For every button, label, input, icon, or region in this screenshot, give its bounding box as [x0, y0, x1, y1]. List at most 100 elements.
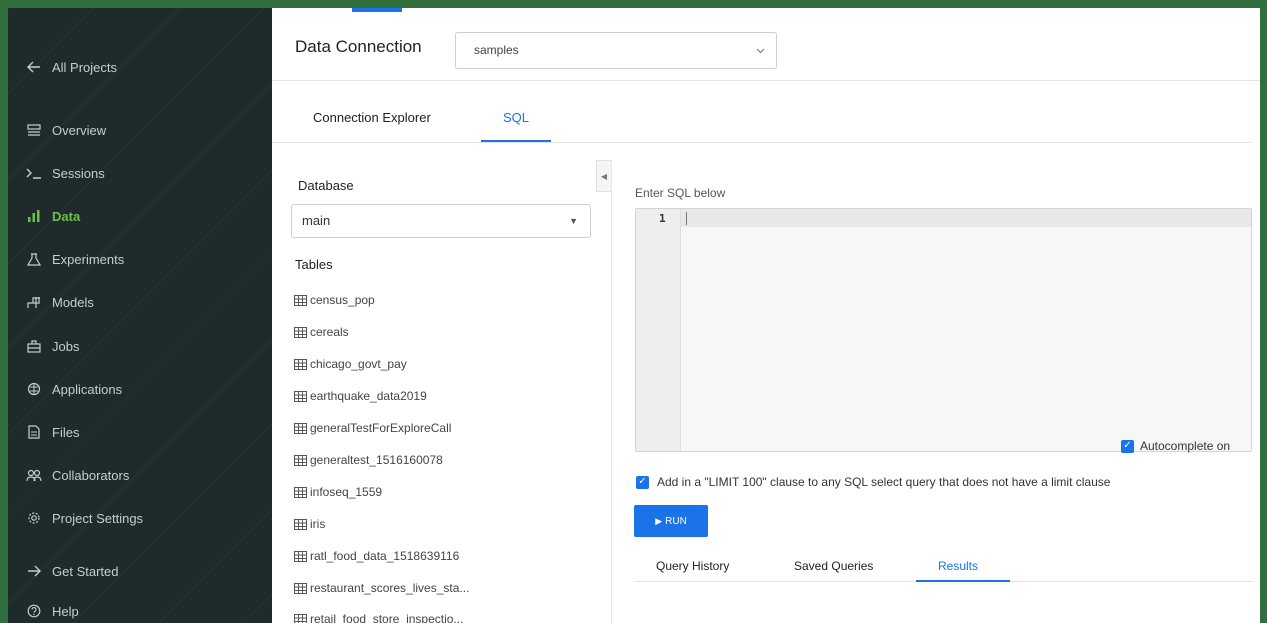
nav-sessions[interactable]: Sessions [25, 159, 105, 187]
nav-help[interactable]: Help [25, 597, 79, 623]
nav-label: Overview [52, 122, 107, 138]
arrow-right-icon [25, 562, 43, 580]
sql-editor[interactable]: 1 [635, 208, 1252, 452]
nav-experiments[interactable]: Experiments [25, 245, 124, 273]
nav-label: Get Started [52, 563, 119, 579]
tab-sql[interactable]: SQL [503, 110, 529, 125]
table-item[interactable]: cereals [294, 325, 349, 339]
main-content: Data Connection samples Connection Explo… [272, 8, 1260, 623]
collaborators-icon [25, 466, 43, 484]
nav-applications[interactable]: Applications [25, 375, 122, 403]
nav-label: All Projects [52, 59, 118, 75]
tab-results[interactable]: Results [938, 559, 978, 573]
tab-connection-explorer[interactable]: Connection Explorer [313, 110, 431, 125]
table-icon [294, 582, 307, 594]
terminal-icon [25, 164, 43, 182]
overview-icon [25, 121, 43, 139]
tab-query-history[interactable]: Query History [656, 559, 729, 573]
table-name: generaltest_1516160078 [310, 453, 443, 467]
line-number: 1 [659, 212, 666, 225]
limit-clause-option[interactable]: ✓ Add in a "LIMIT 100" clause to any SQL… [636, 475, 1110, 489]
nav-label: Files [52, 424, 80, 440]
table-name: infoseq_1559 [310, 485, 383, 499]
nav-overview[interactable]: Overview [25, 116, 106, 144]
limit-clause-label: Add in a "LIMIT 100" clause to any SQL s… [657, 475, 1111, 489]
collapse-panel-button[interactable]: ◀ [596, 160, 612, 192]
table-name: generalTestForExploreCall [310, 421, 452, 435]
table-icon [294, 422, 307, 434]
arrow-left-icon [25, 58, 43, 76]
table-item[interactable]: ratl_food_data_1518639116 [294, 549, 459, 563]
nav-label: Data [52, 208, 81, 224]
nav-label: Applications [52, 381, 123, 397]
app-window: All Projects Overview Sessions Data Expe [8, 8, 1260, 623]
play-icon: ▶ [655, 515, 663, 526]
table-icon [294, 613, 307, 623]
table-item[interactable]: generalTestForExploreCall [294, 421, 451, 435]
nav-collaborators[interactable]: Collaborators [25, 461, 129, 489]
table-name: iris [310, 517, 326, 531]
active-line [636, 209, 1251, 227]
checkbox-checked-icon[interactable]: ✓ [1121, 439, 1134, 453]
database-select[interactable]: main ▼ [291, 204, 591, 238]
help-icon [25, 602, 43, 620]
table-icon [294, 294, 307, 306]
nav-all-projects[interactable]: All Projects [25, 53, 117, 81]
table-name: restaurant_scores_lives_sta... [310, 581, 470, 595]
autocomplete-toggle[interactable]: ✓ Autocomplete on [1121, 439, 1230, 453]
chevron-down-icon [756, 33, 765, 83]
models-icon [25, 293, 43, 311]
table-item[interactable]: earthquake_data2019 [294, 389, 427, 403]
top-tabs: Connection Explorer SQL [272, 81, 1252, 143]
caret-left-icon: ◀ [600, 171, 608, 181]
applications-icon [25, 380, 43, 398]
database-value: main [302, 213, 331, 228]
nav-project-settings[interactable]: Project Settings [25, 504, 143, 532]
table-icon [294, 326, 307, 338]
table-item[interactable]: chicago_govt_pay [294, 357, 407, 371]
autocomplete-label: Autocomplete on [1140, 439, 1231, 453]
editor-gutter [636, 209, 681, 451]
table-icon [294, 486, 307, 498]
nav-label: Models [52, 294, 94, 310]
data-connection-label: Data Connection [295, 37, 422, 56]
tab-saved-queries[interactable]: Saved Queries [794, 559, 873, 573]
data-connection-value: samples [474, 43, 519, 57]
table-name: chicago_govt_pay [310, 357, 407, 371]
table-item[interactable]: infoseq_1559 [294, 485, 382, 499]
table-icon [294, 390, 307, 402]
nav-models[interactable]: Models [25, 288, 94, 316]
tab-results-underline [916, 580, 1010, 582]
checkbox-checked-icon[interactable]: ✓ [636, 475, 649, 489]
sidebar: All Projects Overview Sessions Data Expe [8, 8, 272, 623]
tables-label: Tables [295, 257, 333, 272]
table-item[interactable]: generaltest_1516160078 [294, 453, 443, 467]
table-item[interactable]: census_pop [294, 293, 375, 307]
nav-label: Sessions [52, 165, 105, 181]
table-icon [294, 550, 307, 562]
nav-label: Experiments [52, 251, 125, 267]
nav-get-started[interactable]: Get Started [25, 557, 118, 585]
nav-jobs[interactable]: Jobs [25, 332, 79, 360]
table-name: ratl_food_data_1518639116 [310, 549, 460, 563]
table-name: census_pop [310, 293, 375, 307]
nav-files[interactable]: Files [25, 418, 79, 446]
table-item[interactable]: restaurant_scores_lives_sta... [294, 581, 469, 595]
caret-down-icon: ▼ [569, 216, 578, 226]
nav-data[interactable]: Data [25, 202, 80, 230]
run-button[interactable]: ▶ RUN [634, 505, 708, 537]
nav-label: Jobs [52, 338, 80, 354]
table-item[interactable]: retail_food_store_inspectio... [294, 612, 463, 623]
table-icon [294, 358, 307, 370]
table-name: cereals [310, 325, 349, 339]
nav-label: Help [52, 603, 79, 619]
text-cursor [686, 212, 687, 225]
table-item[interactable]: iris [294, 517, 325, 531]
jobs-icon [25, 337, 43, 355]
table-name: earthquake_data2019 [310, 389, 427, 403]
header-bar: Data Connection samples [272, 8, 1260, 81]
table-name: retail_food_store_inspectio... [310, 612, 464, 623]
tab-sql-underline [481, 140, 551, 142]
data-connection-select[interactable]: samples [455, 32, 777, 69]
gear-icon [25, 509, 43, 527]
